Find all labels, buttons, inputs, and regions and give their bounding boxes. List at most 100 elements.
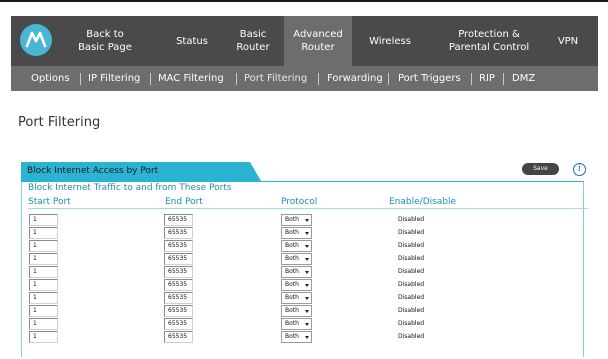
top-navigation: Back to Basic Page Status Basic Router A… — [11, 16, 598, 66]
section-title: Block Internet Traffic to and from These… — [28, 183, 232, 193]
section-tab-block-internet-access: Block Internet Access by Port — [21, 162, 261, 181]
protocol-select[interactable]: Both — [281, 240, 312, 252]
end-port-input[interactable]: 65535 — [164, 318, 193, 330]
protocol-value: Both — [285, 281, 299, 288]
status-text: Disabled — [398, 307, 425, 314]
end-port-input[interactable]: 65535 — [164, 240, 193, 252]
chevron-down-icon — [305, 245, 309, 248]
sub-nav-divider — [150, 73, 151, 85]
end-port-input[interactable]: 65535 — [164, 253, 193, 265]
protocol-select[interactable]: Both — [281, 266, 312, 278]
start-port-input[interactable]: 1 — [29, 214, 58, 226]
nav-label-line2: Status — [176, 35, 208, 47]
column-header-end-port: End Port — [165, 197, 203, 207]
save-button[interactable]: Save — [522, 163, 559, 175]
nav-label-line2: Basic Page — [78, 42, 132, 53]
status-text: Disabled — [398, 333, 425, 340]
protocol-value: Both — [285, 229, 299, 236]
table-row: 1 65535 Both Disabled — [11, 266, 598, 279]
nav-wireless[interactable]: Wireless — [363, 16, 417, 66]
nav-status[interactable]: Status — [169, 16, 215, 66]
protocol-select[interactable]: Both — [281, 227, 312, 239]
page-title: Port Filtering — [18, 115, 101, 130]
main-content: Port Filtering Block Internet Access by … — [11, 91, 598, 357]
status-text: Disabled — [398, 294, 425, 301]
nav-back-to-basic-page[interactable]: Back to Basic Page — [69, 16, 141, 66]
chevron-down-icon — [305, 336, 309, 339]
protocol-value: Both — [285, 216, 299, 223]
column-header-enable-disable: Enable/Disable — [389, 197, 457, 207]
status-text: Disabled — [398, 229, 425, 236]
start-port-input[interactable]: 1 — [29, 331, 58, 343]
tab-forwarding[interactable]: Forwarding — [327, 66, 383, 91]
tab-options[interactable]: Options — [31, 66, 70, 91]
nav-basic-router[interactable]: Basic Router — [233, 16, 273, 66]
chevron-down-icon — [305, 310, 309, 313]
sub-nav-divider — [236, 73, 237, 85]
end-port-input[interactable]: 65535 — [164, 305, 193, 317]
table-row: 1 65535 Both Disabled — [11, 240, 598, 253]
table-row: 1 65535 Both Disabled — [11, 318, 598, 331]
protocol-select[interactable]: Both — [281, 292, 312, 304]
chevron-down-icon — [305, 219, 309, 222]
start-port-input[interactable]: 1 — [29, 227, 58, 239]
tab-rip[interactable]: RIP — [479, 66, 495, 91]
status-text: Disabled — [398, 216, 425, 223]
start-port-input[interactable]: 1 — [29, 240, 58, 252]
protocol-value: Both — [285, 242, 299, 249]
end-port-input[interactable]: 65535 — [164, 292, 193, 304]
chevron-down-icon — [305, 284, 309, 287]
start-port-input[interactable]: 1 — [29, 318, 58, 330]
nav-advanced-router[interactable]: Advanced Router — [284, 16, 352, 66]
tab-ip-filtering[interactable]: IP Filtering — [88, 66, 140, 91]
protocol-value: Both — [285, 307, 299, 314]
tab-dmz[interactable]: DMZ — [512, 66, 535, 91]
nav-protection-parental-control[interactable]: Protection & Parental Control — [439, 16, 539, 66]
protocol-select[interactable]: Both — [281, 331, 312, 343]
end-port-input[interactable]: 65535 — [164, 266, 193, 278]
status-text: Disabled — [398, 242, 425, 249]
info-icon[interactable]: i — [573, 163, 586, 176]
sub-nav-divider — [318, 73, 319, 85]
protocol-value: Both — [285, 255, 299, 262]
status-text: Disabled — [398, 320, 425, 327]
end-port-input[interactable]: 65535 — [164, 279, 193, 291]
protocol-value: Both — [285, 333, 299, 340]
chevron-down-icon — [305, 232, 309, 235]
protocol-value: Both — [285, 320, 299, 327]
protocol-select[interactable]: Both — [281, 318, 312, 330]
nav-label-line1: Back to — [86, 29, 124, 40]
column-header-start-port: Start Port — [28, 197, 71, 207]
chevron-down-icon — [305, 271, 309, 274]
tab-port-filtering[interactable]: Port Filtering — [244, 66, 307, 91]
end-port-input[interactable]: 65535 — [164, 214, 193, 226]
table-row: 1 65535 Both Disabled — [11, 214, 598, 227]
nav-vpn[interactable]: VPN — [551, 16, 585, 66]
protocol-select[interactable]: Both — [281, 214, 312, 226]
nav-label-line2: Router — [236, 42, 270, 53]
protocol-select[interactable]: Both — [281, 279, 312, 291]
sub-nav-divider — [471, 73, 472, 85]
start-port-input[interactable]: 1 — [29, 292, 58, 304]
start-port-input[interactable]: 1 — [29, 253, 58, 265]
motorola-logo-icon — [25, 31, 47, 48]
start-port-input[interactable]: 1 — [29, 266, 58, 278]
nav-label-line2: Parental Control — [448, 42, 530, 53]
top-border — [0, 0, 608, 2]
end-port-input[interactable]: 65535 — [164, 331, 193, 343]
protocol-select[interactable]: Both — [281, 253, 312, 265]
tab-port-triggers[interactable]: Port Triggers — [398, 66, 461, 91]
nav-label-line1: Advanced — [293, 29, 343, 40]
motorola-logo[interactable] — [20, 24, 52, 56]
protocol-select[interactable]: Both — [281, 305, 312, 317]
end-port-input[interactable]: 65535 — [164, 227, 193, 239]
nav-label-line2: Wireless — [369, 35, 411, 47]
table-row: 1 65535 Both Disabled — [11, 292, 598, 305]
sub-nav-divider — [503, 73, 504, 85]
sub-navigation: Options IP Filtering MAC Filtering Port … — [11, 66, 598, 91]
table-row: 1 65535 Both Disabled — [11, 305, 598, 318]
start-port-input[interactable]: 1 — [29, 279, 58, 291]
tab-mac-filtering[interactable]: MAC Filtering — [158, 66, 224, 91]
protocol-value: Both — [285, 268, 299, 275]
start-port-input[interactable]: 1 — [29, 305, 58, 317]
